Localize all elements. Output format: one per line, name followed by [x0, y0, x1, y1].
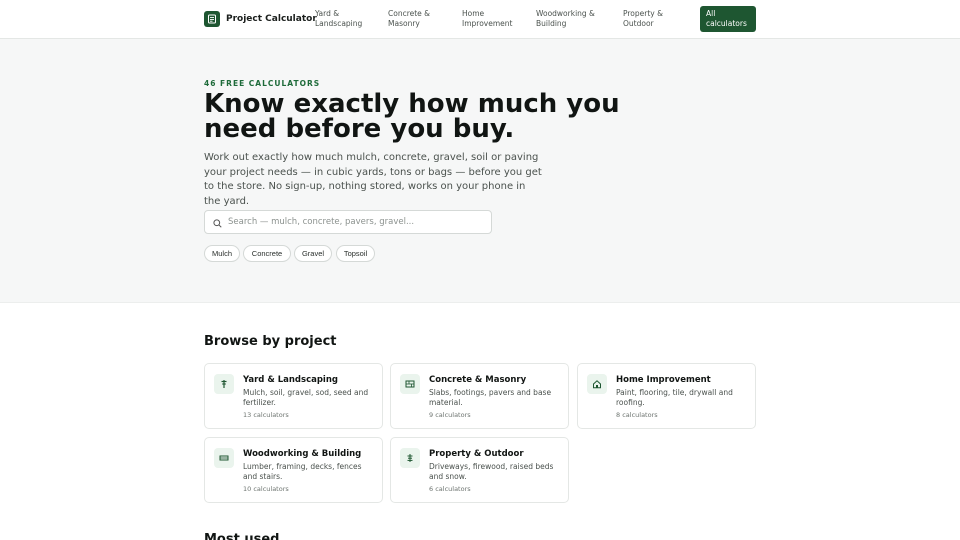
- search-icon: [213, 213, 222, 232]
- hero-headline: Know exactly how much you need before yo…: [204, 89, 620, 144]
- chip-concrete[interactable]: Concrete: [243, 245, 291, 262]
- next-section-title: Most used: [204, 532, 280, 540]
- card-description: Lumber, framing, decks, fences and stair…: [243, 462, 362, 481]
- category-card-yard-landscaping[interactable]: Yard & Landscaping Mulch, soil, gravel, …: [204, 363, 383, 429]
- brand-name: Project Calculator: [226, 14, 317, 24]
- card-count: 6 calculators: [429, 485, 471, 493]
- nav-concrete-masonry[interactable]: Concrete & Masonry: [388, 9, 458, 29]
- chip-topsoil[interactable]: Topsoil: [336, 245, 375, 262]
- tree-icon: [400, 448, 420, 468]
- site-header: Project Calculator Yard & Landscaping Co…: [0, 0, 960, 39]
- card-title: Yard & Landscaping: [243, 375, 338, 385]
- category-card-woodworking-building[interactable]: Woodworking & Building Lumber, framing, …: [204, 437, 383, 503]
- card-title: Woodworking & Building: [243, 449, 362, 459]
- chip-gravel[interactable]: Gravel: [294, 245, 332, 262]
- card-count: 8 calculators: [616, 411, 658, 419]
- hero-eyebrow: 46 FREE CALCULATORS: [204, 79, 321, 88]
- category-card-home-improvement[interactable]: Home Improvement Paint, flooring, tile, …: [577, 363, 756, 429]
- nav-home-improvement[interactable]: Home Improvement: [462, 9, 532, 29]
- bricks-icon: [400, 374, 420, 394]
- lumber-icon: [214, 448, 234, 468]
- card-description: Mulch, soil, gravel, sod, seed and ferti…: [243, 388, 369, 407]
- card-title: Concrete & Masonry: [429, 375, 527, 385]
- card-count: 13 calculators: [243, 411, 289, 419]
- nav-woodworking-building[interactable]: Woodworking & Building: [536, 9, 606, 29]
- nav-yard-landscaping[interactable]: Yard & Landscaping: [315, 9, 385, 29]
- card-count: 9 calculators: [429, 411, 471, 419]
- nav-property-outdoor[interactable]: Property & Outdoor: [623, 9, 693, 29]
- category-card-property-outdoor[interactable]: Property & Outdoor Driveways, firewood, …: [390, 437, 569, 503]
- card-description: Paint, flooring, tile, drywall and roofi…: [616, 388, 733, 407]
- search-input[interactable]: [228, 217, 478, 227]
- all-calculators-button[interactable]: All calculators: [700, 6, 756, 32]
- card-count: 10 calculators: [243, 485, 289, 493]
- shovel-icon: [214, 374, 234, 394]
- category-card-concrete-masonry[interactable]: Concrete & Masonry Slabs, footings, pave…: [390, 363, 569, 429]
- card-title: Property & Outdoor: [429, 449, 524, 459]
- card-description: Slabs, footings, pavers and base materia…: [429, 388, 552, 407]
- brand-link[interactable]: Project Calculator: [204, 11, 317, 27]
- house-icon: [587, 374, 607, 394]
- hero-subtitle: Work out exactly how much mulch, concret…: [204, 152, 542, 208]
- search-box[interactable]: [204, 210, 492, 234]
- calculator-logo-icon: [204, 11, 220, 27]
- browse-section-title: Browse by project: [204, 334, 337, 349]
- card-title: Home Improvement: [616, 375, 711, 385]
- card-description: Driveways, firewood, raised beds and sno…: [429, 462, 554, 481]
- chip-mulch[interactable]: Mulch: [204, 245, 240, 262]
